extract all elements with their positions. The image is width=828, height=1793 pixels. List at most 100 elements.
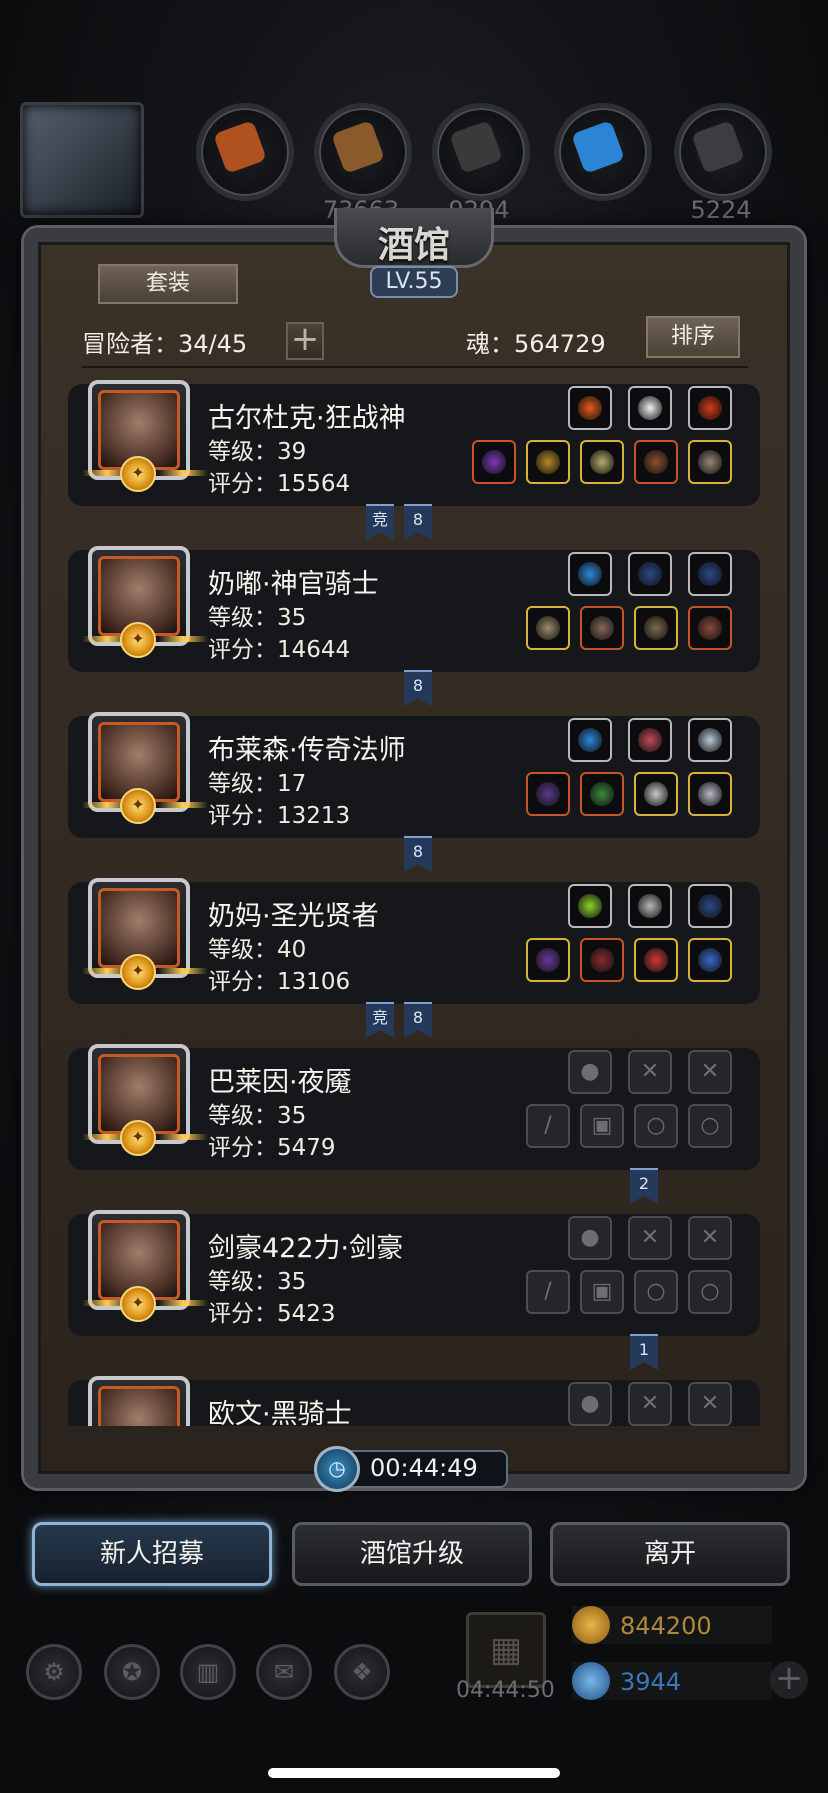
settings-icon[interactable]: ⚙ (26, 1644, 82, 1700)
hero-card[interactable]: ✦ 布莱森·传奇法师 等级：17 评分：13213 8 (68, 708, 760, 872)
castle-icon[interactable]: ▥ (180, 1644, 236, 1700)
slot-glyph: ○ (700, 1113, 720, 1138)
bow-icon[interactable] (688, 884, 732, 928)
tavern-panel: 酒馆 LV.55 套装 冒险者：34/45 + 魂：564729 排序 ✦ 古尔杜… (24, 208, 804, 1488)
gem-icon[interactable] (688, 386, 732, 430)
hero-card[interactable]: ✦ 剑豪422力·剑豪 等级：35 评分：5423 ● ✕ ✕ / ▣ ○ ○ 1 (68, 1206, 760, 1370)
slot-glyph (698, 948, 722, 972)
home-indicator[interactable] (268, 1768, 560, 1778)
hero-card[interactable]: ✦ 奶妈·圣光贤者 等级：40 评分：13106 竞 8 (68, 874, 760, 1038)
empty-slot[interactable]: ✕ (628, 1050, 672, 1094)
gift-box-icon[interactable]: ▦ (466, 1612, 546, 1688)
empty-slot[interactable]: ● (568, 1382, 612, 1426)
recruit-button[interactable]: 新人招募 (32, 1522, 272, 1586)
resource-glyph (331, 120, 385, 174)
hero-tag-badge: 8 (404, 1002, 432, 1038)
fang-icon[interactable] (628, 718, 672, 762)
resource-glyph (213, 120, 267, 174)
slot-glyph (638, 894, 662, 918)
empty-slot[interactable]: ○ (688, 1104, 732, 1148)
book-icon[interactable] (688, 606, 732, 650)
hero-level: 等级：35 (208, 1269, 307, 1295)
stone-icon[interactable] (432, 103, 530, 201)
heart-icon[interactable] (634, 938, 678, 982)
empty-slot[interactable]: ✕ (688, 1382, 732, 1426)
slot-glyph (578, 562, 602, 586)
empty-slot[interactable]: ○ (688, 1270, 732, 1314)
bow-icon[interactable] (688, 552, 732, 596)
mail-icon[interactable]: ✉ (256, 1644, 312, 1700)
staff-icon[interactable] (526, 772, 570, 816)
empty-slot[interactable]: ○ (634, 1270, 678, 1314)
hero-name: 巴莱因·夜魇 (208, 1067, 352, 1098)
slot-glyph (638, 562, 662, 586)
medal-wing (158, 636, 208, 642)
empty-slot[interactable]: ▣ (580, 1104, 624, 1148)
orb-icon[interactable] (568, 718, 612, 762)
empty-slot[interactable]: ✕ (628, 1382, 672, 1426)
wood-icon[interactable] (314, 103, 412, 201)
add-currency-button[interactable]: + (770, 1661, 808, 1699)
mask-icon[interactable] (634, 606, 678, 650)
meat-icon[interactable] (196, 103, 294, 201)
empty-slot[interactable]: / (526, 1270, 570, 1314)
shield-icon[interactable]: ✪ (104, 1644, 160, 1700)
hero-score: 评分：5423 (208, 1301, 336, 1327)
hero-name: 奶嘟·神官骑士 (208, 569, 379, 600)
slot-glyph (698, 616, 722, 640)
axe-icon[interactable] (472, 440, 516, 484)
set-button[interactable]: 套装 (98, 264, 238, 304)
helm-icon[interactable] (580, 440, 624, 484)
empty-slot[interactable]: ○ (634, 1104, 678, 1148)
empty-slot[interactable]: ● (568, 1050, 612, 1094)
wing-icon[interactable] (628, 386, 672, 430)
slot-glyph (590, 616, 614, 640)
bow-icon[interactable] (628, 552, 672, 596)
sword-icon[interactable] (688, 772, 732, 816)
flame-icon[interactable] (568, 884, 612, 928)
staff-icon[interactable] (526, 938, 570, 982)
hero-name: 布莱森·传奇法师 (208, 735, 406, 766)
hero-card[interactable]: ✦ 古尔杜克·狂战神 等级：39 评分：15564 竞 8 (68, 376, 760, 540)
crystal-icon[interactable] (554, 103, 652, 201)
add-slot-button[interactable]: + (286, 322, 324, 360)
player-avatar[interactable] (20, 102, 144, 218)
armor-icon[interactable] (526, 440, 570, 484)
empty-slot[interactable]: ✕ (688, 1216, 732, 1260)
necklace-icon[interactable] (688, 938, 732, 982)
leave-button[interactable]: 离开 (550, 1522, 790, 1586)
iron-icon[interactable] (674, 103, 772, 201)
refresh-timer: ◷ 00:44:49 (314, 1446, 508, 1492)
armor-icon[interactable] (580, 606, 624, 650)
hero-tag-badge: 1 (630, 1334, 658, 1370)
slot-glyph: ✕ (640, 1059, 660, 1084)
slot-glyph (590, 450, 614, 474)
hero-list[interactable]: ✦ 古尔杜克·狂战神 等级：39 评分：15564 竞 8 ✦ 奶嘟·神官骑士 等级：35 评分：… (68, 376, 760, 1426)
fire-icon[interactable] (568, 386, 612, 430)
hero-name: 古尔杜克·狂战神 (208, 403, 406, 434)
hero-card[interactable]: ✦ 巴莱因·夜魇 等级：35 评分：5479 ● ✕ ✕ / ▣ ○ ○ 2 (68, 1040, 760, 1204)
resource-glyph (571, 120, 625, 174)
necklace-icon[interactable] (634, 772, 678, 816)
armor-icon[interactable] (580, 938, 624, 982)
slot-glyph (638, 396, 662, 420)
cube-icon[interactable]: ❖ (334, 1644, 390, 1700)
star-icon[interactable] (688, 718, 732, 762)
empty-slot[interactable]: ▣ (580, 1270, 624, 1314)
helm2-icon[interactable] (634, 440, 678, 484)
hero-card[interactable]: ✦欧文·黑骑士●✕✕ (68, 1372, 760, 1426)
empty-slot[interactable]: ✕ (688, 1050, 732, 1094)
slot-glyph: ○ (700, 1279, 720, 1304)
hero-portrait[interactable] (88, 1376, 190, 1426)
badge-icon[interactable] (628, 884, 672, 928)
empty-slot[interactable]: ● (568, 1216, 612, 1260)
empty-slot[interactable]: ✕ (628, 1216, 672, 1260)
ring-icon[interactable] (688, 440, 732, 484)
empty-slot[interactable]: / (526, 1104, 570, 1148)
orb-icon[interactable] (568, 552, 612, 596)
armor-icon[interactable] (580, 772, 624, 816)
mace-icon[interactable] (526, 606, 570, 650)
hero-card[interactable]: ✦ 奶嘟·神官骑士 等级：35 评分：14644 8 (68, 542, 760, 706)
upgrade-tavern-button[interactable]: 酒馆升级 (292, 1522, 532, 1586)
sort-button[interactable]: 排序 (646, 316, 740, 358)
